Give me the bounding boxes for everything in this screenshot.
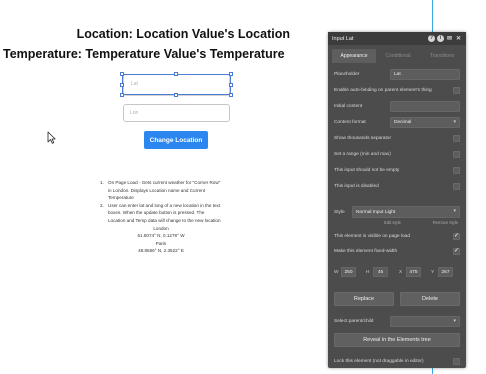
geometry-w-label: W	[334, 269, 339, 275]
thousands-row: Show thousands separator	[334, 133, 460, 143]
geometry-h-field[interactable]: 45	[373, 267, 388, 277]
range-label: Set a range (min and max)	[334, 151, 391, 157]
content-format-dropdown[interactable]: Decimal ▾	[390, 117, 460, 128]
replace-button[interactable]: Replace	[334, 292, 394, 306]
resize-handle-nw[interactable]	[120, 72, 124, 76]
example-location: London	[153, 225, 169, 231]
style-dropdown[interactable]: Normal Input Light ▾	[352, 206, 460, 218]
chevron-down-icon: ▾	[453, 208, 456, 214]
resize-handle-se[interactable]	[229, 93, 233, 97]
range-checkbox[interactable]	[453, 150, 460, 158]
visible-label: This element is visible on page load	[334, 233, 410, 239]
tab-appearance[interactable]: Appearance	[332, 49, 376, 63]
comment-icon[interactable]: ✉	[446, 35, 453, 42]
list-text: User can enter lat and long of a new loc…	[108, 202, 221, 223]
list-item: 2. User can enter lat and long of a new …	[100, 202, 222, 225]
change-location-button[interactable]: Change Location	[144, 131, 208, 149]
autobind-checkbox[interactable]	[453, 86, 460, 94]
chevron-down-icon: ▾	[453, 318, 456, 324]
lon-input-placeholder: Lon	[130, 110, 139, 116]
resize-handle-sw[interactable]	[120, 93, 124, 97]
lock-label: Lock this element (not draggable in edit…	[334, 358, 424, 364]
example-coordinates: 48.8566° N, 2.3522° E	[138, 248, 184, 254]
geometry-y-field[interactable]: 267	[438, 267, 453, 277]
geometry-x-field[interactable]: 475	[406, 267, 421, 277]
temperature-text: Temperature: Temperature Value's Tempera…	[3, 47, 285, 61]
select-parent-dropdown[interactable]: ▾	[390, 316, 460, 327]
geometry-h-label: H	[366, 269, 370, 275]
help-icon[interactable]: ?	[428, 35, 435, 42]
fixed-width-row: Make this element fixed-width ✓	[334, 246, 460, 256]
geometry-x: X 475	[399, 267, 421, 277]
geometry-y-label: Y	[431, 269, 435, 275]
resize-handle-e[interactable]	[229, 83, 233, 87]
panel-tabs: Appearance Conditional Transitions	[328, 49, 466, 63]
visible-checkbox[interactable]: ✓	[453, 232, 460, 240]
resize-handle-s[interactable]	[174, 93, 178, 97]
geometry-y: Y 267	[431, 267, 453, 277]
selection-outline	[120, 72, 233, 97]
panel-title: Input Lat	[332, 35, 354, 42]
instructions-list: 1. On Page Load - Gets current weather f…	[100, 179, 222, 255]
fixed-width-checkbox[interactable]: ✓	[453, 247, 460, 255]
style-value: Normal Input Light	[356, 209, 396, 215]
remove-style-link[interactable]: Remove style	[433, 220, 458, 225]
not-empty-row: This input should not be empty	[334, 165, 460, 175]
range-row: Set a range (min and max)	[334, 149, 460, 159]
delete-button[interactable]: Delete	[400, 292, 460, 306]
info-icon[interactable]: i	[437, 35, 444, 42]
lock-checkbox[interactable]	[453, 357, 460, 365]
autobind-row: Enable auto-binding on parent element's …	[334, 85, 460, 95]
visible-row: This element is visible on page load ✓	[334, 231, 460, 241]
list-text: On Page Load - Gets current weather for …	[108, 180, 221, 201]
fixed-width-label: Make this element fixed-width	[334, 248, 398, 254]
thousands-checkbox[interactable]	[453, 134, 460, 142]
geometry-x-label: X	[399, 269, 403, 275]
placeholder-field[interactable]: Lat	[390, 69, 460, 80]
list-number: 2.	[100, 202, 104, 208]
disabled-row: This input is disabled	[334, 181, 460, 191]
autobind-label: Enable auto-binding on parent element's …	[334, 87, 432, 93]
example-coordinates: 51.5074° N, 0.1278° W	[137, 233, 185, 239]
content-format-value: Decimal	[394, 120, 412, 125]
tab-conditional[interactable]: Conditional	[376, 49, 420, 63]
resize-handle-w[interactable]	[120, 83, 124, 87]
geometry-w-field[interactable]: 250	[341, 267, 356, 277]
disabled-checkbox[interactable]	[453, 182, 460, 190]
resize-handle-n[interactable]	[174, 72, 178, 76]
resize-handle-ne[interactable]	[229, 72, 233, 76]
list-number: 1.	[100, 180, 104, 185]
lock-row: Lock this element (not draggable in edit…	[334, 356, 460, 366]
geometry-h: H 45	[366, 267, 388, 277]
location-text: Location: Location Value's Location	[76, 27, 290, 41]
reveal-elements-tree-button[interactable]: Reveal in the Elements tree	[334, 333, 460, 347]
not-empty-checkbox[interactable]	[453, 166, 460, 174]
edit-style-link[interactable]: Edit style	[384, 220, 401, 225]
not-empty-label: This input should not be empty	[334, 167, 400, 173]
tab-transitions[interactable]: Transitions	[420, 49, 464, 63]
close-icon[interactable]: ✕	[455, 35, 462, 42]
lon-input[interactable]: Lon	[123, 104, 230, 122]
property-editor-panel: Input Lat ? i ✉ ✕ Appearance Conditional…	[328, 32, 466, 368]
geometry-w: W 250	[334, 267, 356, 277]
example-location: Paris	[155, 240, 167, 246]
chevron-down-icon: ▾	[453, 119, 456, 125]
thousands-label: Show thousands separator	[334, 135, 392, 141]
initial-content-field[interactable]	[390, 101, 460, 112]
list-item: 1. On Page Load - Gets current weather f…	[100, 179, 222, 202]
panel-header[interactable]: Input Lat ? i ✉ ✕	[328, 32, 466, 45]
disabled-label: This input is disabled	[334, 183, 379, 189]
mouse-cursor-icon	[47, 131, 56, 144]
style-links: Edit style Remove style	[384, 220, 458, 225]
